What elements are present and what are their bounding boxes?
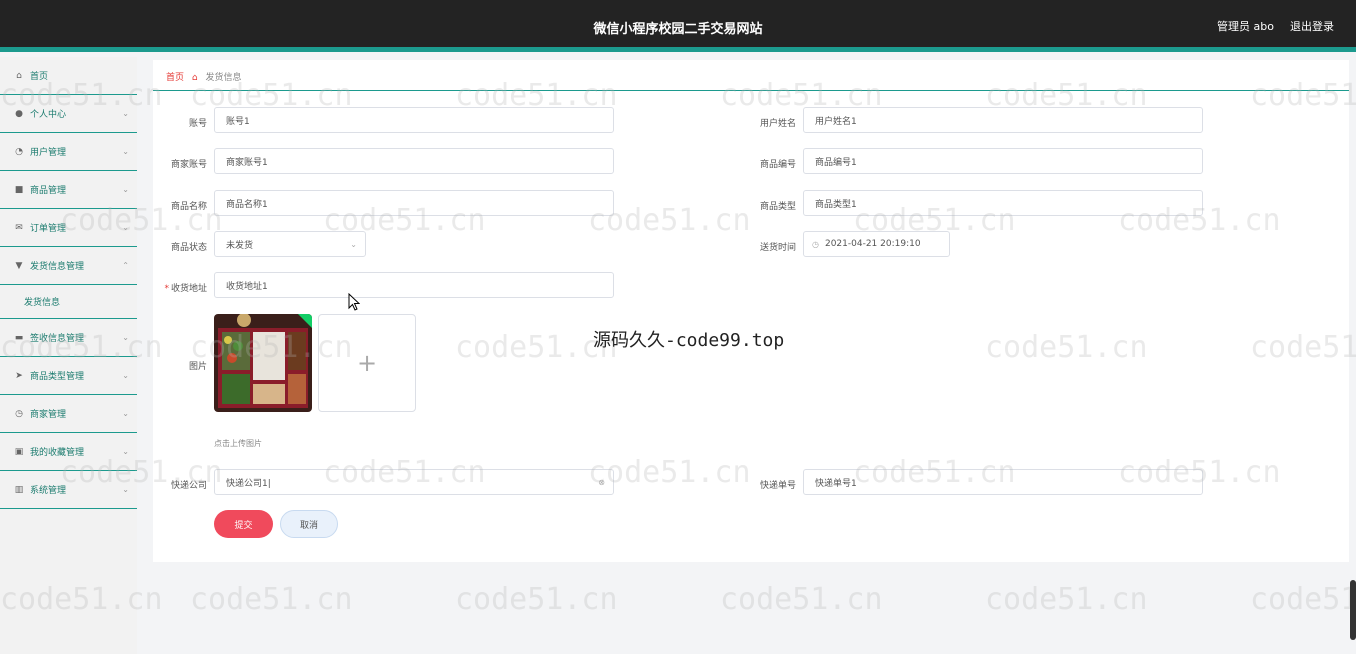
uploaded-image-thumbnail[interactable] — [214, 314, 312, 412]
username-field[interactable]: 用户姓名1 — [803, 107, 1203, 133]
breadcrumb-home[interactable]: 首页 — [166, 73, 184, 83]
chevron-up-icon: ⌃ — [122, 261, 129, 270]
sidebar-item-label: 首页 — [30, 72, 49, 82]
breadcrumb-current: 发货信息 — [205, 73, 242, 83]
sidebar-item-label: 系统管理 — [30, 486, 67, 496]
chevron-down-icon: ⌄ — [122, 485, 129, 494]
merchant-field[interactable]: 商家账号1 — [214, 148, 614, 174]
sidebar-item-product-types[interactable]: ➤ 商品类型管理 ⌄ — [0, 357, 137, 395]
send-icon: ➤ — [15, 370, 23, 381]
sidebar: ⌂ 首页 ● 个人中心 ⌄ ◔ 用户管理 ⌄ ■ 商品管理 ⌄ ✉ 订单管理 ⌄… — [0, 57, 137, 654]
sidebar-item-label: 商品类型管理 — [30, 372, 85, 382]
status-label: 商品状态 — [170, 243, 207, 253]
sidebar-item-profile[interactable]: ● 个人中心 ⌄ — [0, 95, 137, 133]
user-icon: ● — [15, 108, 23, 119]
sidebar-item-label: 用户管理 — [30, 148, 67, 158]
home-icon: ⌂ — [16, 70, 22, 81]
home-icon: ⌂ — [191, 73, 198, 83]
sidebar-item-label: 个人中心 — [30, 110, 67, 120]
courier-value: 快递公司1| — [226, 478, 271, 489]
chart-icon: ▥ — [14, 484, 24, 495]
bag-icon: ■ — [14, 184, 24, 195]
watermark: code51.cn — [1250, 582, 1356, 617]
chevron-down-icon: ⌄ — [122, 409, 129, 418]
upload-hint: 点击上传图片 — [214, 439, 262, 448]
chevron-down-icon: ⌄ — [350, 239, 357, 249]
ship-time-value: 2021-04-21 20:19:10 — [824, 239, 921, 249]
sidebar-item-merchants[interactable]: ◷ 商家管理 ⌄ — [0, 395, 137, 433]
top-bar: 微信小程序校园二手交易网站 管理员 abo 退出登录 — [0, 0, 1356, 52]
address-label: * 收货地址 — [164, 284, 207, 294]
cancel-button[interactable]: 取消 — [280, 510, 338, 538]
submit-button[interactable]: 提交 — [214, 510, 273, 538]
sidebar-item-products[interactable]: ■ 商品管理 ⌄ — [0, 171, 137, 209]
logout-link[interactable]: 退出登录 — [1290, 18, 1334, 34]
image-label: 图片 — [188, 362, 207, 372]
sidebar-item-shipping[interactable]: ▼ 发货信息管理 ⌃ — [0, 247, 137, 285]
merchant-label: 商家账号 — [170, 160, 207, 170]
account-field[interactable]: 账号1 — [214, 107, 614, 133]
account-label: 账号 — [188, 119, 207, 129]
clock-icon: ◷ — [15, 408, 23, 419]
tracking-label: 快递单号 — [759, 481, 796, 491]
product-name-field[interactable]: 商品名称1 — [214, 190, 614, 216]
product-name-label: 商品名称 — [170, 202, 207, 212]
breadcrumb-divider — [153, 90, 1349, 91]
courier-field[interactable]: 快递公司1| ⊗ — [214, 469, 614, 495]
watermark: code51.cn — [455, 582, 618, 617]
status-value: 未发货 — [226, 240, 254, 251]
main-content: 首页 ⌂ 发货信息 账号 账号1 用户姓名 用户姓名1 商家账号 商家账号1 商… — [153, 60, 1349, 562]
current-user: 管理员 abo — [1217, 20, 1274, 33]
status-select[interactable]: 未发货 ⌄ — [214, 231, 366, 257]
sidebar-item-orders[interactable]: ✉ 订单管理 ⌄ — [0, 209, 137, 247]
sidebar-item-users[interactable]: ◔ 用户管理 ⌄ — [0, 133, 137, 171]
chevron-down-icon: ⌄ — [122, 333, 129, 342]
chevron-down-icon: ⌄ — [122, 109, 129, 118]
tracking-field[interactable]: 快递单号1 — [803, 469, 1203, 495]
product-no-field[interactable]: 商品编号1 — [803, 148, 1203, 174]
sidebar-item-label: 我的收藏管理 — [30, 448, 85, 458]
clock-icon: ◷ — [812, 239, 819, 249]
scrollbar-thumb[interactable] — [1350, 580, 1356, 640]
chevron-down-icon: ⌄ — [122, 147, 129, 156]
gauge-icon: ◔ — [15, 146, 23, 157]
watermark: code51.cn — [720, 582, 883, 617]
sidebar-subitem-shipping-info[interactable]: 发货信息 — [0, 285, 137, 319]
address-field[interactable]: 收货地址1 — [214, 272, 614, 298]
upload-image-button[interactable]: + — [318, 314, 416, 412]
watermark: code51.cn — [190, 582, 353, 617]
plus-icon: + — [356, 349, 378, 377]
product-no-label: 商品编号 — [759, 160, 796, 170]
pin-icon: ▼ — [15, 260, 23, 271]
username-label: 用户姓名 — [759, 119, 796, 129]
image-icon: ▣ — [14, 446, 24, 457]
clear-icon[interactable]: ⊗ — [598, 478, 605, 487]
sidebar-item-home[interactable]: ⌂ 首页 — [0, 57, 137, 95]
sidebar-item-label: 商家管理 — [30, 410, 67, 420]
ship-time-label: 送货时间 — [759, 243, 796, 253]
watermark: code51.cn — [985, 582, 1148, 617]
product-type-label: 商品类型 — [759, 202, 796, 212]
product-type-field[interactable]: 商品类型1 — [803, 190, 1203, 216]
chevron-down-icon: ⌄ — [122, 185, 129, 194]
sidebar-item-label: 签收信息管理 — [30, 334, 85, 344]
chevron-down-icon: ⌄ — [122, 447, 129, 456]
sidebar-item-favorites[interactable]: ▣ 我的收藏管理 ⌄ — [0, 433, 137, 471]
mail-icon: ✉ — [15, 222, 23, 233]
breadcrumb: 首页 ⌂ 发货信息 — [166, 70, 242, 83]
courier-label: 快递公司 — [170, 481, 207, 491]
site-title: 微信小程序校园二手交易网站 — [593, 22, 763, 37]
ship-time-picker[interactable]: ◷ 2021-04-21 20:19:10 — [803, 231, 950, 257]
chat-icon: ▬ — [14, 332, 24, 343]
sidebar-item-system[interactable]: ▥ 系统管理 ⌄ — [0, 471, 137, 509]
chevron-down-icon: ⌄ — [122, 223, 129, 232]
sidebar-item-label: 订单管理 — [30, 224, 67, 234]
sidebar-item-receipt[interactable]: ▬ 签收信息管理 ⌄ — [0, 319, 137, 357]
sidebar-item-label: 发货信息管理 — [30, 262, 85, 272]
chevron-down-icon: ⌄ — [122, 371, 129, 380]
sidebar-item-label: 商品管理 — [30, 186, 67, 196]
